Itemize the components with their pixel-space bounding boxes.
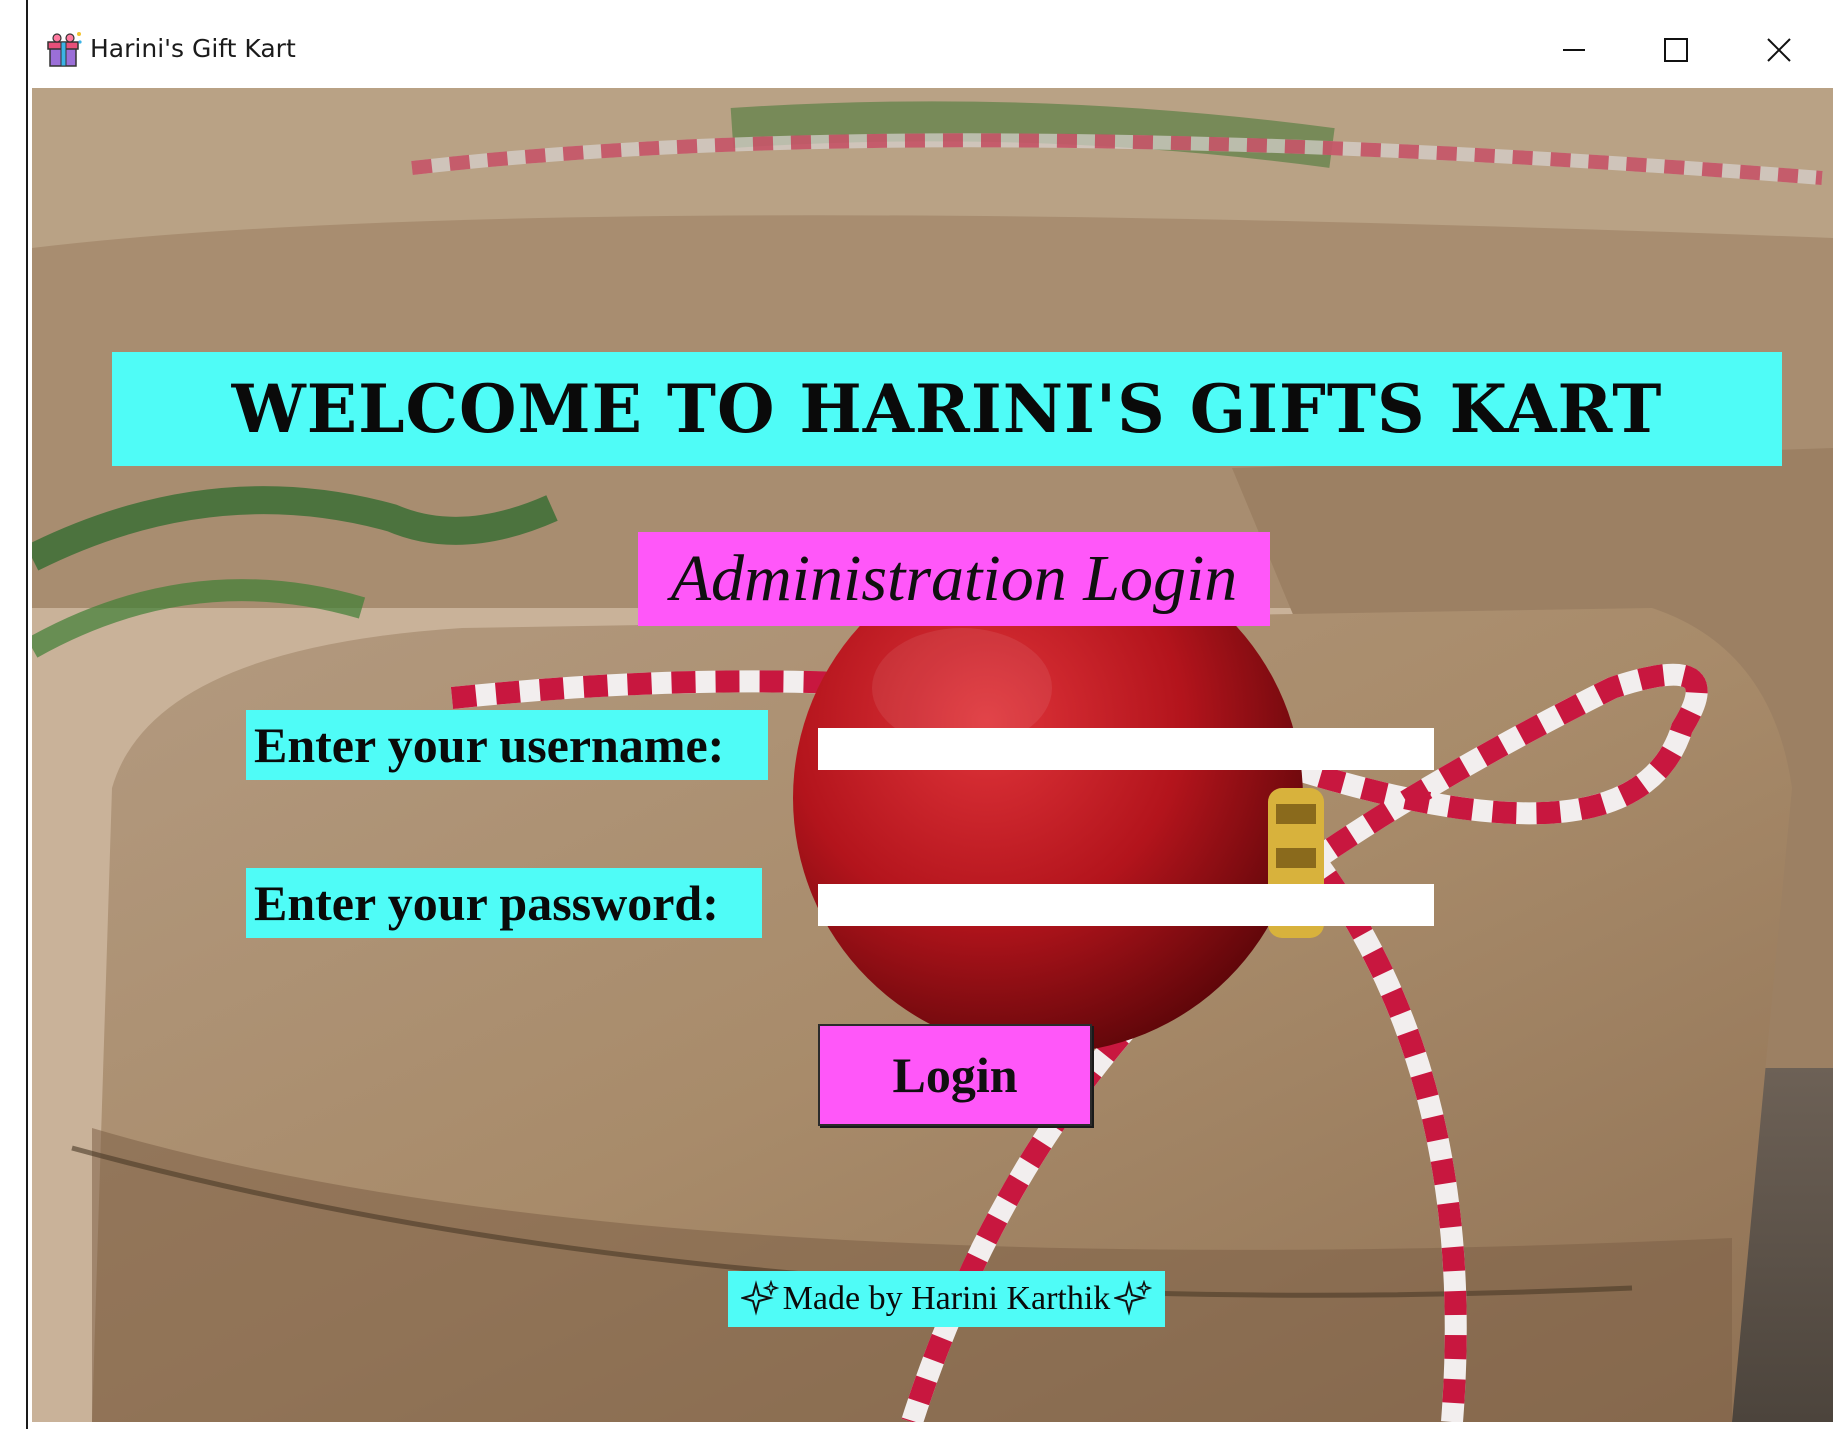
password-input[interactable]	[818, 884, 1434, 926]
maximize-icon[interactable]	[1631, 22, 1721, 78]
login-button[interactable]: Login	[818, 1024, 1092, 1126]
title-bar[interactable]: Harini's Gift Kart	[28, 0, 1833, 88]
gift-icon	[47, 32, 82, 67]
minimize-icon[interactable]	[1528, 22, 1618, 78]
login-canvas: WELCOME TO HARINI'S GIFTS KART Administr…	[32, 88, 1833, 1422]
sparkles-icon	[740, 1280, 779, 1316]
app-window: Harini's Gift Kart WELCOME TO HARINI'S G…	[26, 0, 1833, 1429]
page-subtitle: Administration Login	[638, 532, 1270, 626]
close-icon[interactable]	[1734, 22, 1824, 78]
credit-banner: Made by Harini Karthik	[728, 1271, 1165, 1327]
window-title: Harini's Gift Kart	[90, 34, 296, 63]
username-input[interactable]	[818, 728, 1434, 770]
username-label: Enter your username:	[246, 710, 768, 780]
welcome-banner: WELCOME TO HARINI'S GIFTS KART	[112, 352, 1782, 466]
sparkles-icon	[1114, 1280, 1153, 1316]
password-label: Enter your password:	[246, 868, 762, 938]
credit-text: Made by Harini Karthik	[782, 1280, 1111, 1317]
